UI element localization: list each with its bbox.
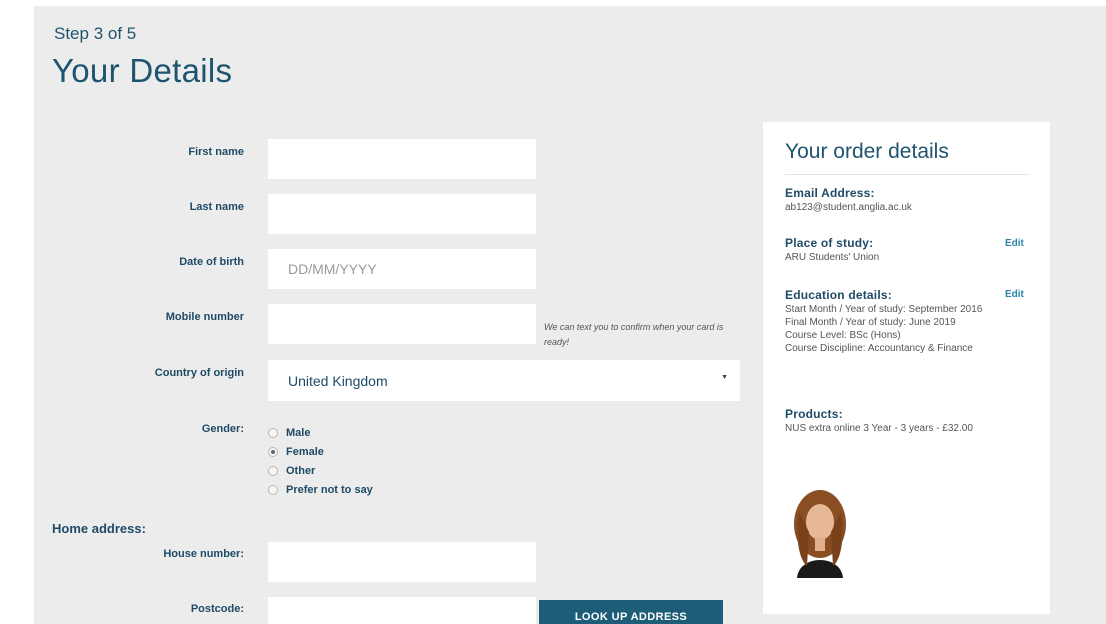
mobile-label: Mobile number bbox=[165, 311, 244, 323]
postcode-label: Postcode: bbox=[190, 603, 244, 615]
gender-option-prefer-not[interactable]: Prefer not to say bbox=[268, 480, 373, 499]
gender-radio-group: Male Female Other Prefer not to say bbox=[268, 423, 373, 499]
education-details: Start Month / Year of study: September 2… bbox=[785, 303, 1025, 355]
country-value: United Kingdom bbox=[288, 373, 388, 389]
education-line: Course Discipline: Accountancy & Finance bbox=[785, 343, 973, 354]
student-photo bbox=[785, 482, 855, 578]
dob-input[interactable]: DD/MM/YYYY bbox=[268, 249, 536, 289]
education-heading: Education details: bbox=[785, 288, 892, 302]
home-address-heading: Home address: bbox=[52, 521, 146, 536]
mobile-input[interactable] bbox=[268, 304, 536, 344]
products-heading: Products: bbox=[785, 407, 843, 421]
order-details-card: Your order details Email Address: ab123@… bbox=[763, 122, 1050, 614]
order-details-title: Your order details bbox=[785, 140, 949, 163]
gender-option-label: Male bbox=[286, 426, 311, 439]
education-line: Start Month / Year of study: September 2… bbox=[785, 304, 983, 315]
step-indicator: Step 3 of 5 bbox=[54, 24, 137, 43]
country-label: Country of origin bbox=[154, 367, 244, 379]
page-title: Your Details bbox=[52, 52, 233, 89]
gender-option-label: Other bbox=[286, 464, 316, 477]
gender-option-female[interactable]: Female bbox=[268, 442, 373, 461]
country-select[interactable]: United Kingdom ▼ bbox=[268, 360, 740, 401]
education-line: Final Month / Year of study: June 2019 bbox=[785, 317, 956, 328]
details-page: Step 3 of 5 Your Details First name Last… bbox=[34, 6, 1106, 624]
education-line: Course Level: BSc (Hons) bbox=[785, 330, 901, 341]
gender-option-label: Female bbox=[286, 445, 324, 458]
education-edit-link[interactable]: Edit bbox=[1005, 289, 1024, 300]
first-name-label: First name bbox=[188, 146, 244, 158]
dob-placeholder: DD/MM/YYYY bbox=[288, 261, 377, 277]
last-name-label: Last name bbox=[189, 201, 244, 213]
radio-selected-icon[interactable] bbox=[268, 446, 278, 457]
look-up-address-button[interactable]: LOOK UP ADDRESS bbox=[539, 600, 723, 624]
divider bbox=[785, 174, 1029, 175]
radio-icon[interactable] bbox=[268, 465, 278, 476]
gender-option-label: Prefer not to say bbox=[286, 483, 373, 496]
gender-option-male[interactable]: Male bbox=[268, 423, 373, 442]
chevron-down-icon: ▼ bbox=[721, 374, 728, 381]
portrait-image bbox=[785, 482, 855, 578]
place-edit-link[interactable]: Edit bbox=[1005, 238, 1024, 249]
radio-icon[interactable] bbox=[268, 427, 278, 438]
house-number-label: House number: bbox=[163, 548, 244, 560]
place-of-study-value: ARU Students' Union bbox=[785, 252, 880, 263]
products-value: NUS extra online 3 Year - 3 years - £32.… bbox=[785, 423, 973, 434]
postcode-input[interactable] bbox=[268, 597, 536, 624]
house-number-input[interactable] bbox=[268, 542, 536, 582]
mobile-hint: We can text you to confirm when your car… bbox=[544, 322, 724, 347]
email-heading: Email Address: bbox=[785, 186, 875, 200]
gender-label: Gender: bbox=[201, 423, 244, 435]
first-name-input[interactable] bbox=[268, 139, 536, 179]
gender-option-other[interactable]: Other bbox=[268, 461, 373, 480]
radio-icon[interactable] bbox=[268, 484, 278, 495]
last-name-input[interactable] bbox=[268, 194, 536, 234]
dob-label: Date of birth bbox=[179, 256, 244, 268]
email-value: ab123@student.anglia.ac.uk bbox=[785, 202, 912, 213]
place-of-study-heading: Place of study: bbox=[785, 236, 874, 250]
